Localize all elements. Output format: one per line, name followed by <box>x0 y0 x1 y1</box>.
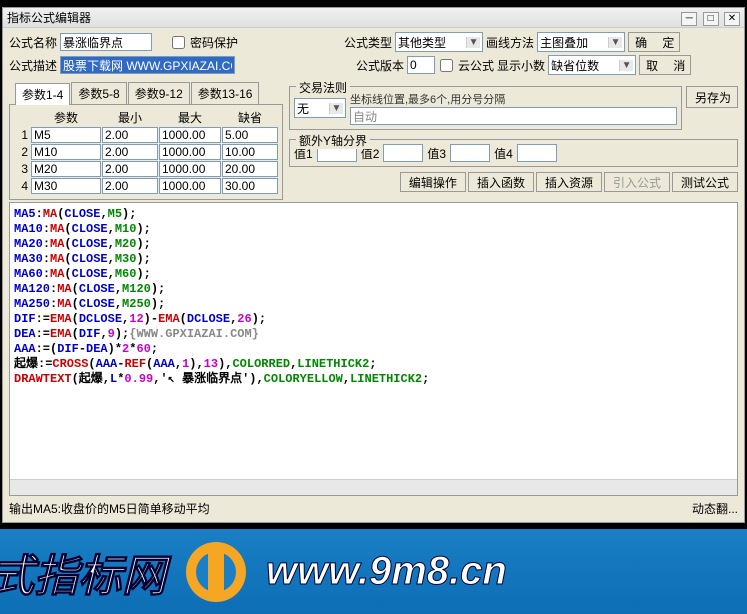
tab-params-9-12[interactable]: 参数9-12 <box>128 82 190 104</box>
ok-button[interactable]: 确 定 <box>628 32 680 52</box>
trade-legend: 交易法则 <box>296 79 350 96</box>
tab-params-5-8[interactable]: 参数5-8 <box>71 82 126 104</box>
code-editor[interactable]: MA5:MA(CLOSE,M5); MA10:MA(CLOSE,M10); MA… <box>9 202 738 496</box>
param-index: 4 <box>14 179 30 193</box>
val3-input[interactable] <box>450 144 490 162</box>
auto-input[interactable] <box>350 107 677 125</box>
cloud-label: 云公式 <box>458 57 494 74</box>
draw-method-label: 画线方法 <box>486 34 534 51</box>
col-default: 缺省 <box>222 109 278 126</box>
chevron-down-icon: ▼ <box>608 37 622 48</box>
formula-version-input[interactable] <box>407 56 435 74</box>
formula-name-label: 公式名称 <box>9 34 57 51</box>
decimal-label: 显示小数 <box>497 57 545 74</box>
decimal-select[interactable]: 缺省位数▼ <box>548 55 636 75</box>
edit-ops-button[interactable]: 编辑操作 <box>400 172 466 192</box>
param-tabs: 参数1-4 参数5-8 参数9-12 参数13-16 <box>9 82 283 104</box>
param-default-input[interactable] <box>222 161 278 177</box>
draw-method-select[interactable]: 主图叠加▼ <box>537 32 625 52</box>
param-max-input[interactable] <box>159 127 221 143</box>
param-index: 3 <box>14 162 30 176</box>
yaxis-legend: 额外Y轴分界 <box>296 132 370 149</box>
param-min-input[interactable] <box>102 127 158 143</box>
close-icon[interactable]: ✕ <box>724 12 740 26</box>
param-max-input[interactable] <box>159 161 221 177</box>
test-formula-button[interactable]: 测试公式 <box>672 172 738 192</box>
chevron-down-icon: ▼ <box>619 60 633 71</box>
val2-input[interactable] <box>383 144 423 162</box>
param-row: 4 <box>14 178 278 194</box>
banner-url: www.9m8.cn <box>266 549 507 594</box>
chevron-down-icon: ▼ <box>329 103 343 114</box>
chevron-down-icon: ▼ <box>466 37 480 48</box>
val4-input[interactable] <box>517 144 557 162</box>
coord-note: 坐标线位置,最多6个,用分号分隔 <box>350 91 677 107</box>
scrollbar[interactable] <box>10 479 737 495</box>
param-default-input[interactable] <box>222 127 278 143</box>
params-panel: 参数 最小 最大 缺省 1 2 3 4 <box>9 104 283 200</box>
param-default-input[interactable] <box>222 178 278 194</box>
password-label: 密码保护 <box>190 34 238 51</box>
formula-desc-label: 公式描述 <box>9 57 57 74</box>
save-as-button[interactable]: 另存为 <box>686 86 738 108</box>
password-checkbox[interactable] <box>172 36 185 49</box>
formula-type-select[interactable]: 其他类型▼ <box>395 32 483 52</box>
col-min: 最小 <box>102 109 158 126</box>
param-name-input[interactable] <box>31 178 101 194</box>
formula-desc-input[interactable] <box>60 56 235 74</box>
titlebar: 指标公式编辑器 ─ □ ✕ <box>3 8 744 28</box>
param-row: 1 <box>14 127 278 143</box>
param-row: 2 <box>14 144 278 160</box>
param-min-input[interactable] <box>102 161 158 177</box>
insert-func-button[interactable]: 插入函数 <box>468 172 534 192</box>
tab-params-1-4[interactable]: 参数1-4 <box>15 83 70 105</box>
param-max-input[interactable] <box>159 144 221 160</box>
maximize-icon[interactable]: □ <box>703 12 719 26</box>
window-title: 指标公式编辑器 <box>7 9 679 26</box>
cancel-button[interactable]: 取 消 <box>639 55 691 75</box>
param-name-input[interactable] <box>31 161 101 177</box>
minimize-icon[interactable]: ─ <box>681 12 697 26</box>
val3-label: 值3 <box>427 145 446 162</box>
formula-type-label: 公式类型 <box>344 34 392 51</box>
param-default-input[interactable] <box>222 144 278 160</box>
insert-res-button[interactable]: 插入资源 <box>536 172 602 192</box>
param-min-input[interactable] <box>102 178 158 194</box>
param-index: 2 <box>14 145 30 159</box>
param-row: 3 <box>14 161 278 177</box>
param-name-input[interactable] <box>31 127 101 143</box>
col-max: 最大 <box>159 109 221 126</box>
banner: 式指标网 www.9m8.cn <box>0 529 747 614</box>
status-right: 动态翻... <box>692 500 738 517</box>
param-min-input[interactable] <box>102 144 158 160</box>
val4-label: 值4 <box>494 145 513 162</box>
cloud-checkbox[interactable] <box>440 59 453 72</box>
status-text: 输出MA5:收盘价的M5日简单移动平均 <box>9 500 210 517</box>
banner-cn-text: 式指标网 <box>0 540 166 604</box>
import-formula-button[interactable]: 引入公式 <box>604 172 670 192</box>
param-max-input[interactable] <box>159 178 221 194</box>
param-name-input[interactable] <box>31 144 101 160</box>
col-param: 参数 <box>31 109 101 126</box>
trade-select[interactable]: 无▼ <box>294 98 346 118</box>
banner-logo-icon <box>186 542 246 602</box>
formula-name-input[interactable] <box>60 33 152 51</box>
tab-params-13-16[interactable]: 参数13-16 <box>191 82 260 104</box>
formula-version-label: 公式版本 <box>356 57 404 74</box>
param-index: 1 <box>14 128 30 142</box>
